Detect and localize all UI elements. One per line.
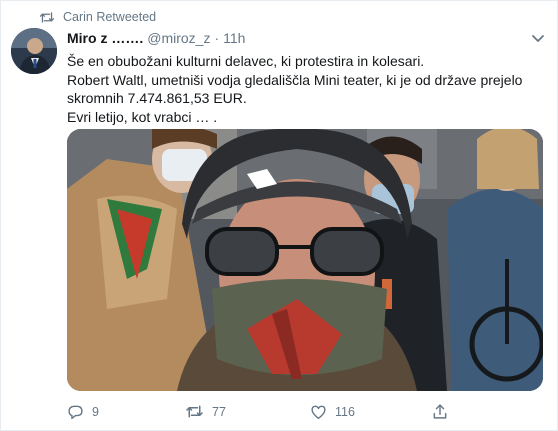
- author-handle[interactable]: @miroz_z: [147, 30, 210, 46]
- tweet-text-line: Še en obubožani kulturni delavec, ki pro…: [67, 53, 425, 69]
- reply-icon: [68, 405, 83, 419]
- separator-dot: ·: [214, 30, 220, 46]
- share-button[interactable]: [432, 403, 448, 420]
- tweet-text-line: Evri letijo, kot vrabci … .: [67, 108, 218, 125]
- chevron-down-icon: [532, 35, 544, 42]
- reply-count: 9: [92, 404, 99, 419]
- avatar[interactable]: [11, 28, 57, 74]
- more-options-button[interactable]: [531, 31, 545, 49]
- heart-icon: [311, 405, 326, 419]
- share-icon: [433, 404, 447, 419]
- tweet-actions: 9 77 116: [67, 403, 477, 420]
- retweet-icon: [186, 405, 203, 418]
- retweet-icon: [39, 11, 55, 23]
- retweet-count: 77: [212, 404, 226, 419]
- tweet-text-line: skromnih 7.474.861,53 EUR.: [67, 90, 247, 106]
- retweeted-by-label[interactable]: Carin Retweeted: [63, 10, 156, 24]
- tweet-body: Še en obubožani kulturni delavec, ki pro…: [67, 52, 537, 126]
- tweet-photo[interactable]: [67, 129, 543, 391]
- retweet-button[interactable]: 77: [185, 404, 310, 419]
- tweet-timestamp[interactable]: 11h: [223, 30, 245, 46]
- like-count: 116: [335, 404, 355, 419]
- author-name[interactable]: Miro z …….: [67, 30, 143, 46]
- reply-button[interactable]: 9: [67, 404, 185, 420]
- tweet-card[interactable]: Carin Retweeted Miro z ……. @miroz_z · 11…: [0, 0, 558, 431]
- retweet-context[interactable]: Carin Retweeted: [39, 10, 156, 24]
- tweet-text-line: Robert Waltl, umetniši vodja gledališčla…: [67, 71, 523, 88]
- tweet-header: Miro z ……. @miroz_z · 11h: [67, 30, 245, 46]
- like-button[interactable]: 116: [310, 404, 432, 420]
